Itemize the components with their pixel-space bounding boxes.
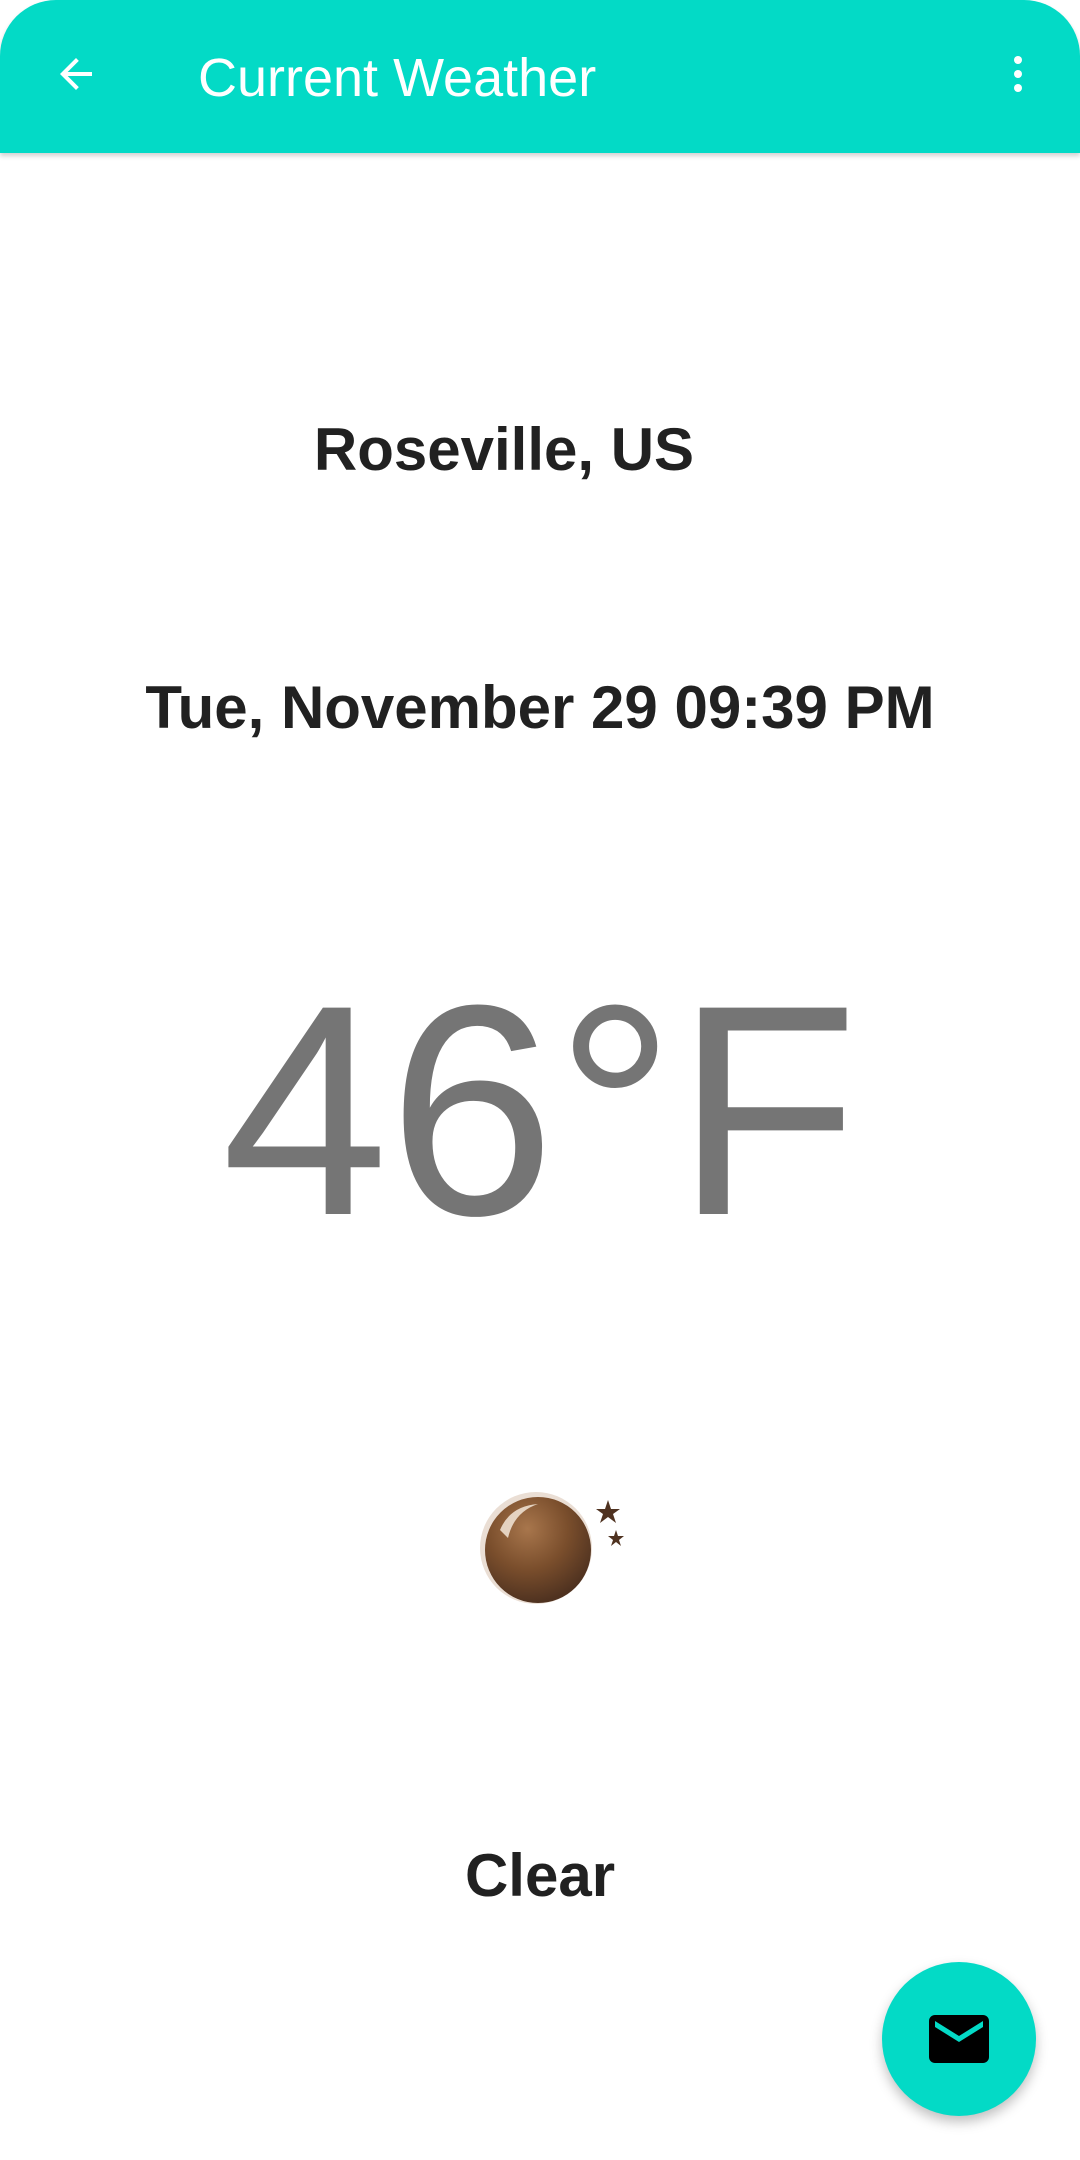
page-title: Current Weather xyxy=(198,48,597,108)
datetime-label: Tue, November 29 09:39 PM xyxy=(145,674,935,741)
mail-fab-button[interactable] xyxy=(882,1962,1036,2116)
mail-icon xyxy=(929,2015,989,2063)
clear-night-moon-icon xyxy=(480,1492,624,1604)
arrow-back-icon xyxy=(60,58,92,90)
location-label: Roseville, US xyxy=(313,416,695,483)
condition-label: Clear xyxy=(464,1842,616,1909)
overflow-menu-button[interactable] xyxy=(978,34,1058,114)
weather-screen: Current Weather Roseville, US Tue, Novem… xyxy=(0,0,1080,2160)
back-button[interactable] xyxy=(36,34,116,114)
app-bar: Current Weather xyxy=(0,0,1080,153)
more-vert-icon xyxy=(1014,56,1022,92)
temperature-value: 46°F xyxy=(221,942,859,1278)
